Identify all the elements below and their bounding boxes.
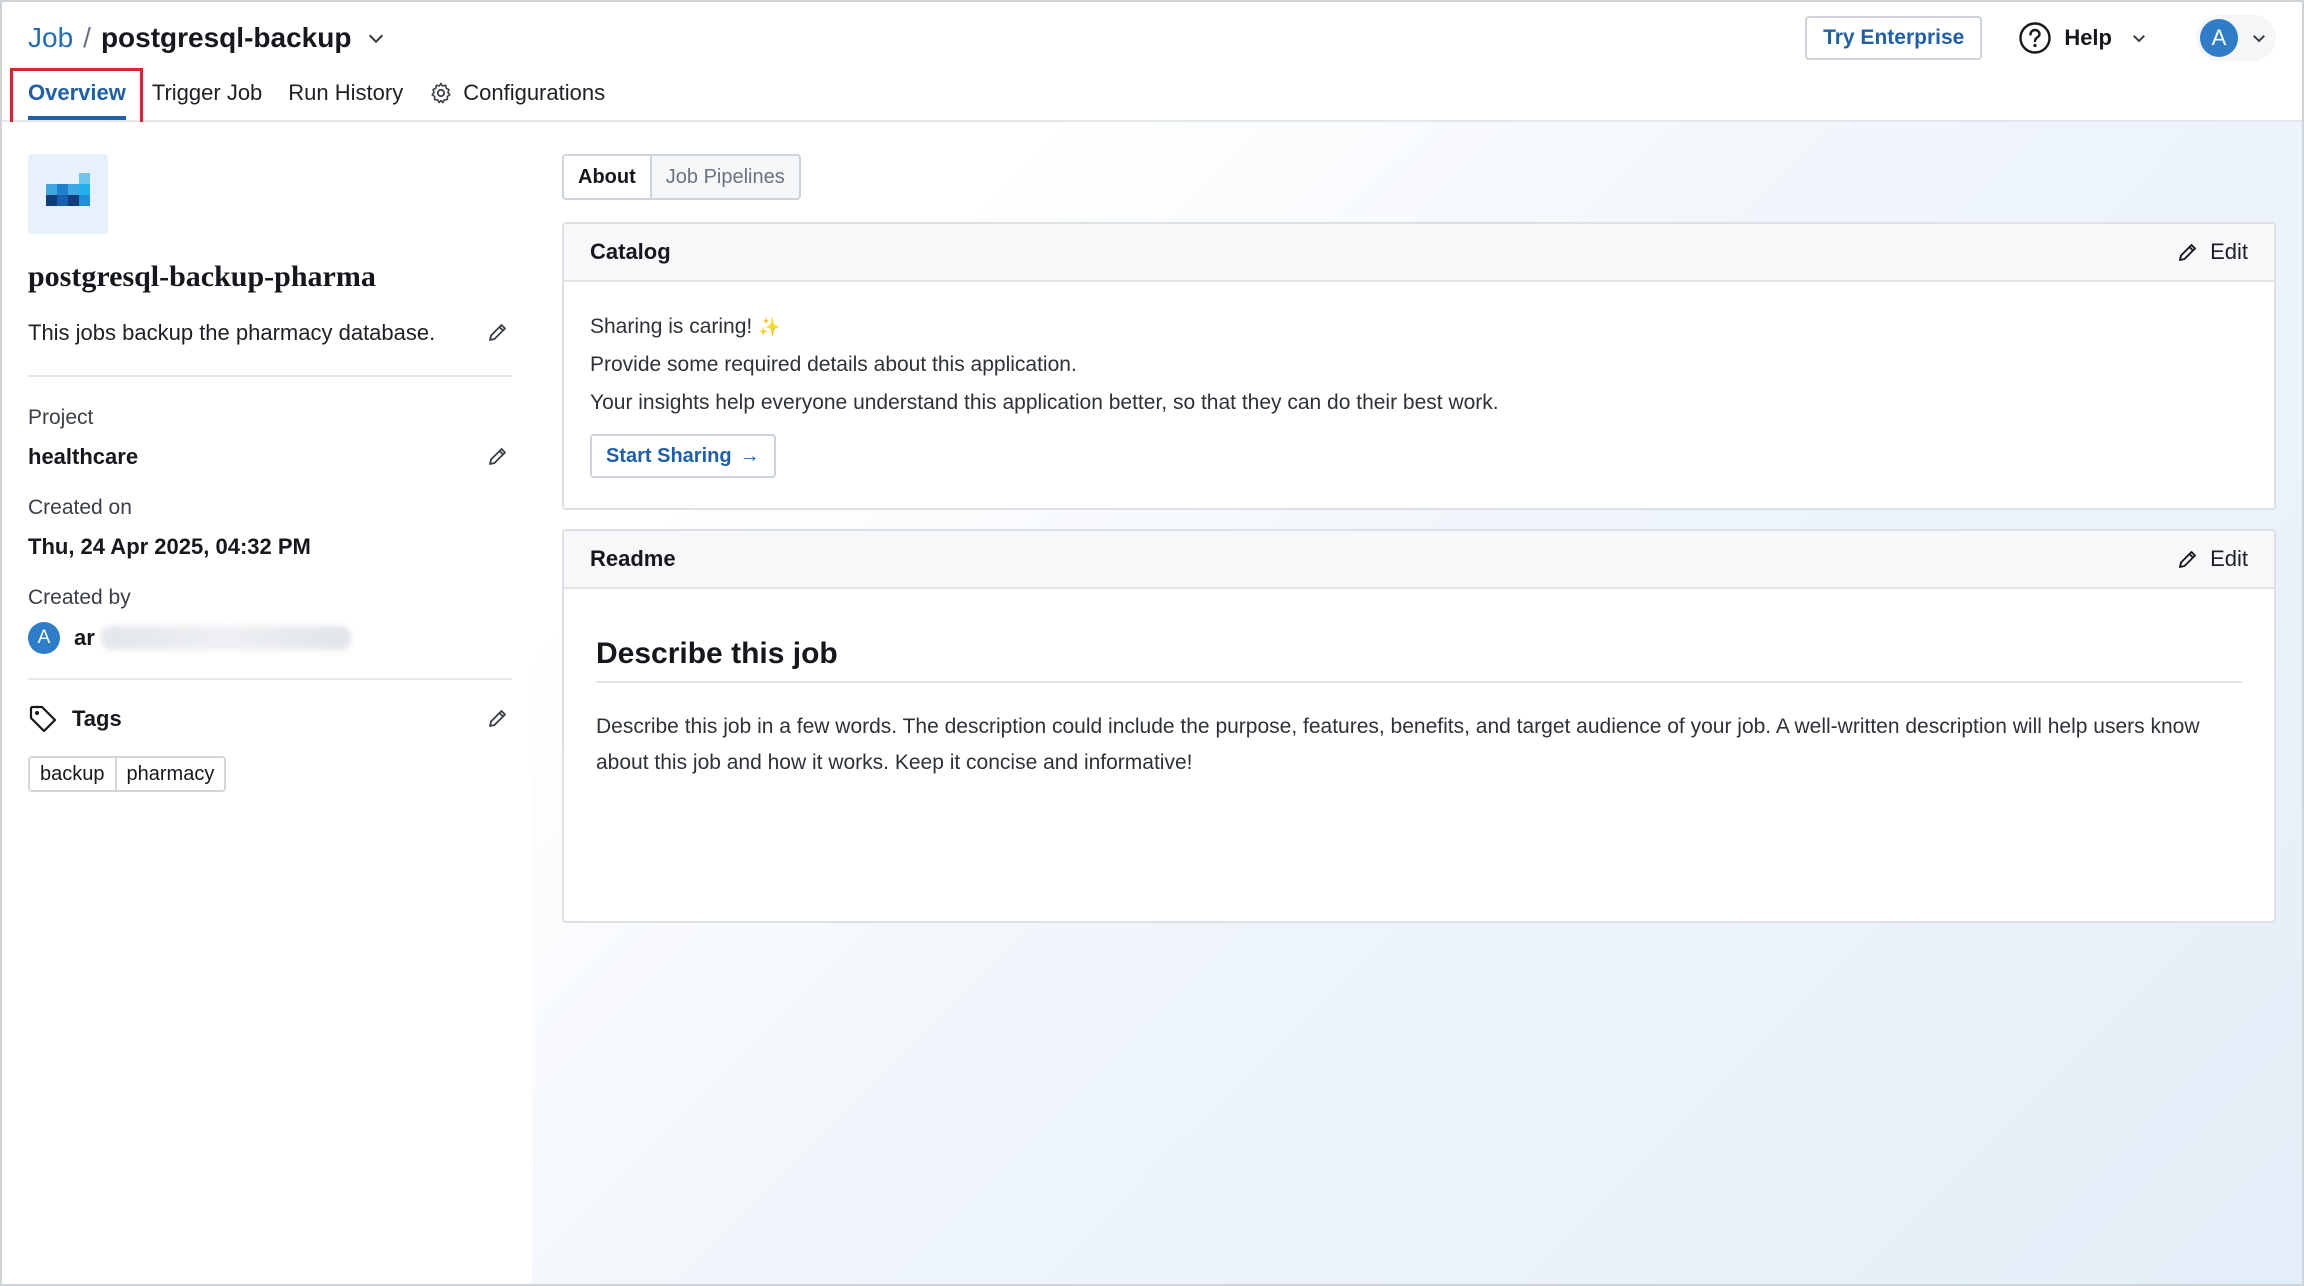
creator-username: ar <box>74 625 95 650</box>
readme-heading: Describe this job <box>596 637 2242 683</box>
tag-chip[interactable]: backup <box>28 756 117 792</box>
subtab-job-pipelines[interactable]: Job Pipelines <box>652 156 799 198</box>
readme-body: Describe this job Describe this job in a… <box>564 589 2274 781</box>
tag-chip[interactable]: pharmacy <box>116 756 227 792</box>
edit-tags-pencil-icon[interactable] <box>486 706 510 730</box>
catalog-body: Sharing is caring! ✨ Provide some require… <box>564 282 2274 504</box>
project-value: healthcare <box>28 444 139 469</box>
tab-label: Trigger Job <box>151 80 263 105</box>
readme-edit-button[interactable]: Edit <box>2176 546 2248 572</box>
catalog-edit-button[interactable]: Edit <box>2176 239 2248 265</box>
tab-trigger-job[interactable]: Trigger Job <box>152 74 262 120</box>
chevron-down-icon <box>2253 35 2265 43</box>
avatar: A <box>28 622 60 654</box>
app-window: Job / postgresql-backup Overview Trigger… <box>0 0 2304 1286</box>
job-description: This jobs backup the pharmacy database. <box>28 320 436 345</box>
pencil-icon <box>2179 551 2197 568</box>
tags-header: Tags <box>28 704 122 734</box>
catalog-card-header: Catalog Edit <box>564 224 2274 282</box>
readme-card-header: Readme Edit <box>564 531 2274 589</box>
breadcrumb-job-link[interactable]: Job <box>28 22 73 54</box>
job-logo <box>28 154 108 234</box>
chevron-down-icon <box>2133 35 2145 43</box>
header-actions: Try Enterprise Help A <box>1805 15 2276 61</box>
content-area: postgresql-backup-pharma This jobs backu… <box>2 122 2302 1284</box>
edit-label: Edit <box>2210 546 2248 571</box>
edit-description-pencil-icon[interactable] <box>486 320 510 344</box>
readme-paragraph: Describe this job in a few words. The de… <box>596 715 2200 774</box>
catalog-line: Sharing is caring! ✨ <box>590 308 2248 346</box>
project-label: Project <box>28 406 94 429</box>
divider <box>28 375 512 377</box>
try-enterprise-button[interactable]: Try Enterprise <box>1805 16 1983 60</box>
created-on-value: Thu, 24 Apr 2025, 04:32 PM <box>28 534 311 559</box>
redacted-username <box>100 626 351 650</box>
user-menu[interactable]: A <box>2196 15 2276 61</box>
avatar: A <box>2200 19 2238 57</box>
sparkle-icon: ✨ <box>758 317 781 337</box>
created-by-user: A ar <box>28 622 351 654</box>
help-menu[interactable]: Help <box>2018 21 2160 55</box>
job-logo-icon <box>46 173 90 206</box>
edit-project-pencil-icon[interactable] <box>486 444 510 468</box>
divider <box>28 678 512 680</box>
breadcrumb: Job / postgresql-backup <box>28 18 387 58</box>
job-info-sidebar: postgresql-backup-pharma This jobs backu… <box>2 122 532 1284</box>
about-subtabs: About Job Pipelines <box>562 154 801 200</box>
gear-icon <box>431 82 451 104</box>
tab-label: Configurations <box>463 80 606 105</box>
breadcrumb-separator: / <box>83 22 91 53</box>
readme-card: Readme Edit Describe this job Describe t… <box>562 529 2276 923</box>
tag-list: backup pharmacy <box>28 756 227 792</box>
tags-label: Tags <box>72 706 122 731</box>
job-title: postgresql-backup-pharma <box>28 260 376 293</box>
chevron-down-icon[interactable] <box>365 27 387 49</box>
tab-run-history[interactable]: Run History <box>288 74 403 120</box>
catalog-line1: Sharing is caring! <box>590 315 753 338</box>
help-label: Help <box>2064 25 2112 50</box>
readme-title: Readme <box>590 546 676 571</box>
created-on-label: Created on <box>28 496 132 519</box>
pencil-icon <box>2179 244 2197 261</box>
catalog-title: Catalog <box>590 239 671 264</box>
start-sharing-button[interactable]: Start Sharing → <box>590 434 776 478</box>
top-header: Job / postgresql-backup Overview Trigger… <box>2 2 2302 134</box>
catalog-card: Catalog Edit Sharing is caring! ✨ Provide… <box>562 222 2276 510</box>
subtab-about[interactable]: About <box>564 156 652 198</box>
created-by-label: Created by <box>28 586 131 609</box>
arrow-right-icon: → <box>739 444 760 467</box>
catalog-line2: Provide some required details about this… <box>590 353 1077 376</box>
help-icon <box>2019 22 2052 54</box>
start-sharing-label: Start Sharing <box>606 444 732 467</box>
edit-label: Edit <box>2210 239 2248 264</box>
tab-label: Run History <box>288 80 404 105</box>
tab-configurations[interactable]: Configurations <box>429 74 605 120</box>
tag-icon <box>29 705 57 733</box>
catalog-line3: Your insights help everyone understand t… <box>590 391 1499 414</box>
breadcrumb-current-job[interactable]: postgresql-backup <box>101 22 351 54</box>
